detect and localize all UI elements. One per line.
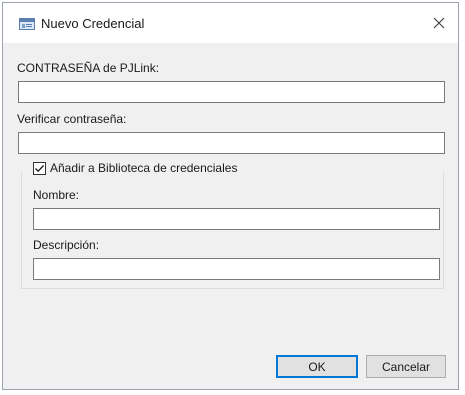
close-button[interactable] bbox=[426, 11, 452, 35]
checkmark-icon bbox=[35, 165, 44, 173]
verify-password-label: Verificar contraseña: bbox=[17, 112, 127, 126]
dialog-window: Nuevo Credencial CONTRASEÑA de PJLink: V… bbox=[2, 2, 459, 390]
ok-button[interactable]: OK bbox=[276, 355, 358, 378]
title-bar[interactable]: Nuevo Credencial bbox=[3, 3, 458, 43]
cancel-button[interactable]: Cancelar bbox=[366, 355, 446, 378]
description-field[interactable] bbox=[33, 258, 440, 280]
description-label: Descripción: bbox=[33, 238, 100, 252]
name-field[interactable] bbox=[33, 208, 440, 230]
close-icon bbox=[433, 17, 445, 29]
password-label: CONTRASEÑA de PJLink: bbox=[17, 61, 160, 75]
add-to-library-checkbox[interactable] bbox=[33, 162, 46, 175]
password-field[interactable] bbox=[18, 81, 445, 103]
name-label: Nombre: bbox=[33, 188, 80, 202]
window-title: Nuevo Credencial bbox=[41, 16, 145, 31]
credential-window-icon bbox=[19, 18, 35, 30]
verify-password-field[interactable] bbox=[18, 132, 445, 154]
add-to-library-label[interactable]: Añadir a Biblioteca de credenciales bbox=[50, 161, 237, 175]
